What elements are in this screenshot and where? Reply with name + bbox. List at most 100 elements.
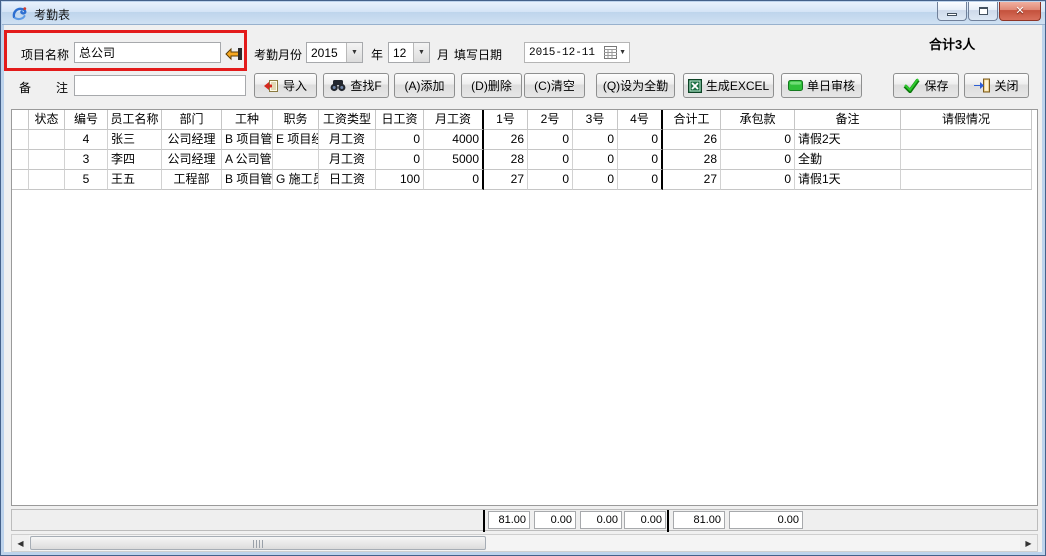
- cell-note[interactable]: 请假1天: [795, 170, 901, 190]
- maximize-button[interactable]: [968, 2, 998, 21]
- cell-trade[interactable]: B 项目管理: [222, 170, 273, 190]
- cell-gutter[interactable]: [12, 170, 29, 190]
- cell-duty[interactable]: [273, 150, 319, 170]
- cell-d2[interactable]: 0: [528, 130, 573, 150]
- cell-status[interactable]: [29, 130, 65, 150]
- cell-worksum[interactable]: 27: [663, 170, 721, 190]
- hand-pointer-icon[interactable]: [224, 44, 243, 61]
- cell-d3[interactable]: 0: [573, 170, 618, 190]
- column-header-paytype[interactable]: 工资类型: [319, 110, 376, 130]
- column-header-dept[interactable]: 部门: [162, 110, 222, 130]
- cell-contract[interactable]: 0: [721, 170, 795, 190]
- horizontal-scrollbar[interactable]: ◀ ▶: [11, 534, 1038, 552]
- cell-trade[interactable]: A 公司管理: [222, 150, 273, 170]
- cell-number[interactable]: 4: [65, 130, 108, 150]
- scroll-left-button[interactable]: ◀: [12, 535, 29, 551]
- cell-leave[interactable]: [901, 150, 1032, 170]
- scroll-right-button[interactable]: ▶: [1020, 535, 1037, 551]
- minimize-button[interactable]: [937, 2, 967, 21]
- cell-name[interactable]: 张三: [108, 130, 162, 150]
- save-button[interactable]: 保存: [893, 73, 959, 98]
- cell-duty[interactable]: E 项目经理: [273, 130, 319, 150]
- cell-daypay[interactable]: 100: [376, 170, 424, 190]
- cell-name[interactable]: 王五: [108, 170, 162, 190]
- cell-status[interactable]: [29, 170, 65, 190]
- cell-trade[interactable]: B 项目管理: [222, 130, 273, 150]
- column-header-d2[interactable]: 2号: [528, 110, 573, 130]
- clear-button[interactable]: (C)清空: [524, 73, 585, 98]
- cell-dept[interactable]: 工程部: [162, 170, 222, 190]
- cell-d3[interactable]: 0: [573, 130, 618, 150]
- table-row[interactable]: 3李四公司经理A 公司管理月工资0500028000280全勤: [12, 150, 1037, 170]
- year-select[interactable]: 2015 ▼: [306, 42, 363, 63]
- column-header-note[interactable]: 备注: [795, 110, 901, 130]
- titlebar[interactable]: 考勤表 ✕: [2, 2, 1046, 25]
- add-button[interactable]: (A)添加: [394, 73, 455, 98]
- cell-gutter[interactable]: [12, 130, 29, 150]
- cell-d1[interactable]: 26: [484, 130, 528, 150]
- cell-paytype[interactable]: 月工资: [319, 130, 376, 150]
- date-dropdown-arrow-icon[interactable]: ▼: [619, 49, 626, 56]
- cell-paytype[interactable]: 日工资: [319, 170, 376, 190]
- cell-d1[interactable]: 27: [484, 170, 528, 190]
- column-header-leave[interactable]: 请假情况: [901, 110, 1032, 130]
- cell-worksum[interactable]: 26: [663, 130, 721, 150]
- cell-monpay[interactable]: 4000: [424, 130, 484, 150]
- cell-d4[interactable]: 0: [618, 170, 663, 190]
- set-all-present-button[interactable]: (Q)设为全勤: [596, 73, 675, 98]
- cell-status[interactable]: [29, 150, 65, 170]
- year-dropdown-button[interactable]: ▼: [346, 43, 362, 62]
- cell-leave[interactable]: [901, 130, 1032, 150]
- cell-leave[interactable]: [901, 170, 1032, 190]
- column-header-gutter[interactable]: [12, 110, 29, 130]
- cell-daypay[interactable]: 0: [376, 130, 424, 150]
- close-button[interactable]: 关闭: [964, 73, 1029, 98]
- column-header-d1[interactable]: 1号: [484, 110, 528, 130]
- month-dropdown-button[interactable]: ▼: [413, 43, 429, 62]
- calendar-icon[interactable]: [604, 46, 617, 59]
- daily-audit-button[interactable]: 单日审核: [781, 73, 862, 98]
- find-button[interactable]: 查找F: [323, 73, 389, 98]
- cell-dept[interactable]: 公司经理: [162, 130, 222, 150]
- cell-monpay[interactable]: 5000: [424, 150, 484, 170]
- cell-d3[interactable]: 0: [573, 150, 618, 170]
- cell-paytype[interactable]: 月工资: [319, 150, 376, 170]
- cell-d4[interactable]: 0: [618, 130, 663, 150]
- import-button[interactable]: 导入: [254, 73, 317, 98]
- close-window-button[interactable]: ✕: [999, 2, 1041, 21]
- column-header-monpay[interactable]: 月工资: [424, 110, 484, 130]
- cell-worksum[interactable]: 28: [663, 150, 721, 170]
- cell-number[interactable]: 5: [65, 170, 108, 190]
- cell-d2[interactable]: 0: [528, 170, 573, 190]
- generate-excel-button[interactable]: 生成EXCEL: [683, 73, 774, 98]
- cell-note[interactable]: 全勤: [795, 150, 901, 170]
- cell-d1[interactable]: 28: [484, 150, 528, 170]
- column-header-trade[interactable]: 工种: [222, 110, 273, 130]
- cell-gutter[interactable]: [12, 150, 29, 170]
- remark-input[interactable]: [74, 75, 246, 96]
- cell-contract[interactable]: 0: [721, 130, 795, 150]
- cell-d2[interactable]: 0: [528, 150, 573, 170]
- cell-d4[interactable]: 0: [618, 150, 663, 170]
- column-header-d4[interactable]: 4号: [618, 110, 663, 130]
- date-picker[interactable]: 2015-12-11 ▼: [524, 42, 630, 63]
- cell-daypay[interactable]: 0: [376, 150, 424, 170]
- project-name-input[interactable]: [74, 42, 221, 63]
- column-header-d3[interactable]: 3号: [573, 110, 618, 130]
- column-header-duty[interactable]: 职务: [273, 110, 319, 130]
- cell-note[interactable]: 请假2天: [795, 130, 901, 150]
- column-header-worksum[interactable]: 合计工: [663, 110, 721, 130]
- cell-dept[interactable]: 公司经理: [162, 150, 222, 170]
- scrollbar-thumb[interactable]: [30, 536, 486, 550]
- column-header-number[interactable]: 编号: [65, 110, 108, 130]
- column-header-daypay[interactable]: 日工资: [376, 110, 424, 130]
- cell-contract[interactable]: 0: [721, 150, 795, 170]
- cell-duty[interactable]: G 施工员: [273, 170, 319, 190]
- table-row[interactable]: 5王五工程部B 项目管理G 施工员日工资100027000270请假1天: [12, 170, 1037, 190]
- cell-name[interactable]: 李四: [108, 150, 162, 170]
- column-header-name[interactable]: 员工名称: [108, 110, 162, 130]
- column-header-contract[interactable]: 承包款: [721, 110, 795, 130]
- delete-button[interactable]: (D)删除: [461, 73, 522, 98]
- cell-monpay[interactable]: 0: [424, 170, 484, 190]
- cell-number[interactable]: 3: [65, 150, 108, 170]
